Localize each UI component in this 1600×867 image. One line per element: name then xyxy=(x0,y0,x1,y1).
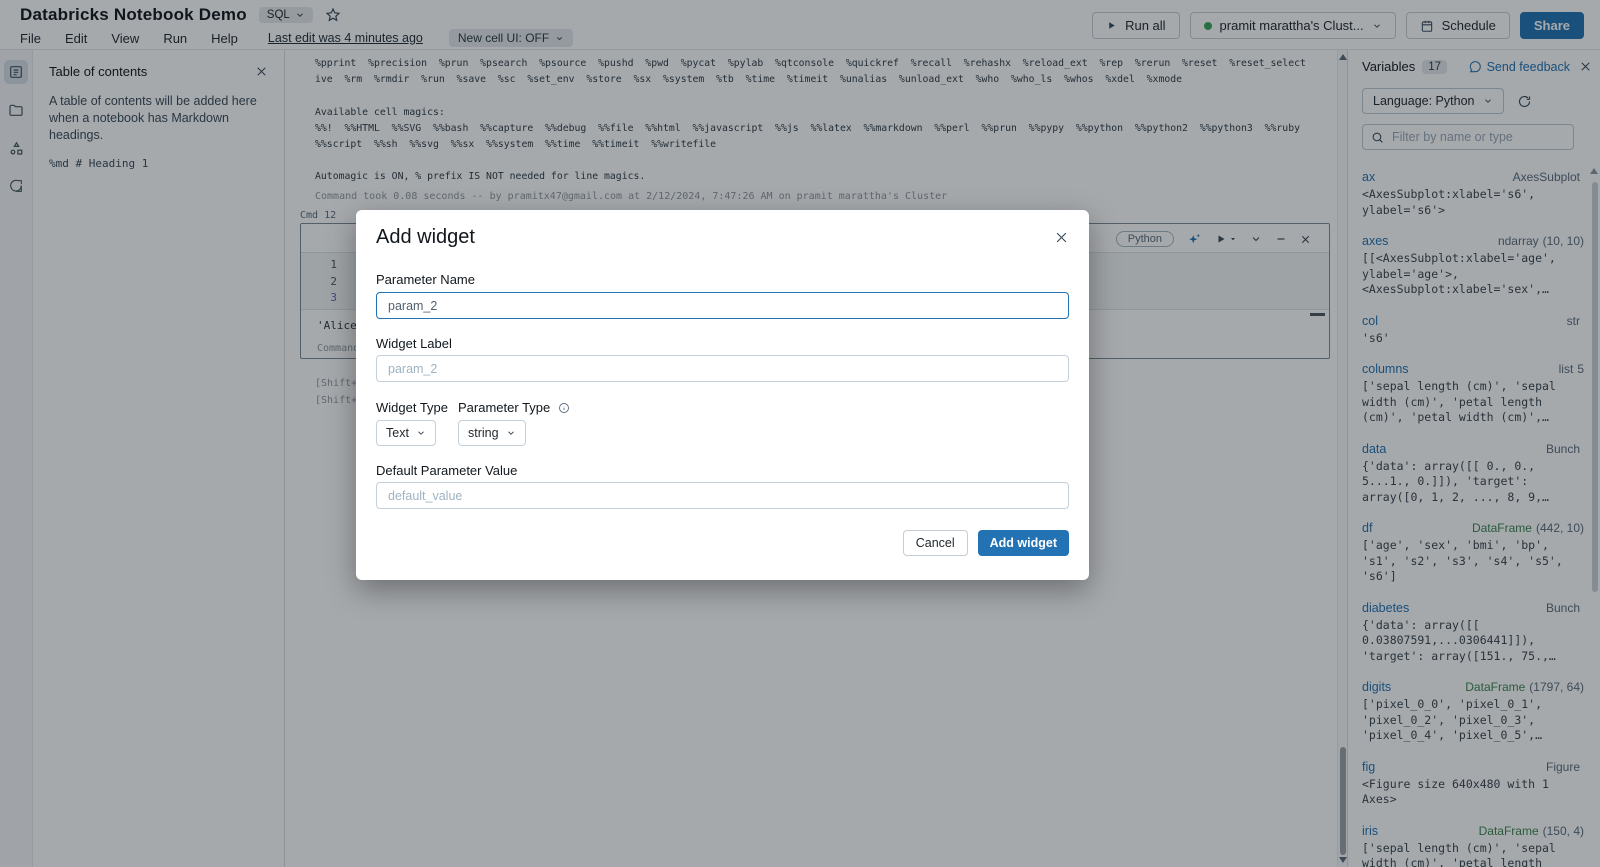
modal-close-icon[interactable] xyxy=(1054,230,1069,245)
widget-type-select[interactable]: Text xyxy=(376,420,436,446)
widget-label-label: Widget Label xyxy=(376,336,452,351)
parameter-type-label-text: Parameter Type xyxy=(458,400,551,415)
databricks-notebook-app: Databricks Notebook Demo SQL File Edit V… xyxy=(0,0,1600,867)
widget-label-input[interactable] xyxy=(376,355,1069,382)
parameter-type-label: Parameter Type xyxy=(458,400,570,415)
cancel-button[interactable]: Cancel xyxy=(902,530,968,556)
parameter-type-value: string xyxy=(468,426,499,440)
chevron-down-icon xyxy=(506,428,516,438)
widget-type-label: Widget Type xyxy=(376,400,449,415)
default-value-input[interactable] xyxy=(376,482,1069,509)
parameter-type-select[interactable]: string xyxy=(458,420,526,446)
parameter-name-label: Parameter Name xyxy=(376,272,475,287)
parameter-name-input[interactable] xyxy=(376,292,1069,319)
modal-title: Add widget xyxy=(376,226,475,248)
default-value-label: Default Parameter Value xyxy=(376,463,518,478)
info-icon[interactable] xyxy=(558,402,570,414)
add-widget-button[interactable]: Add widget xyxy=(977,530,1069,556)
widget-type-value: Text xyxy=(386,426,409,440)
chevron-down-icon xyxy=(416,428,426,438)
add-widget-modal: Add widget Parameter Name Widget Label W… xyxy=(356,210,1089,580)
